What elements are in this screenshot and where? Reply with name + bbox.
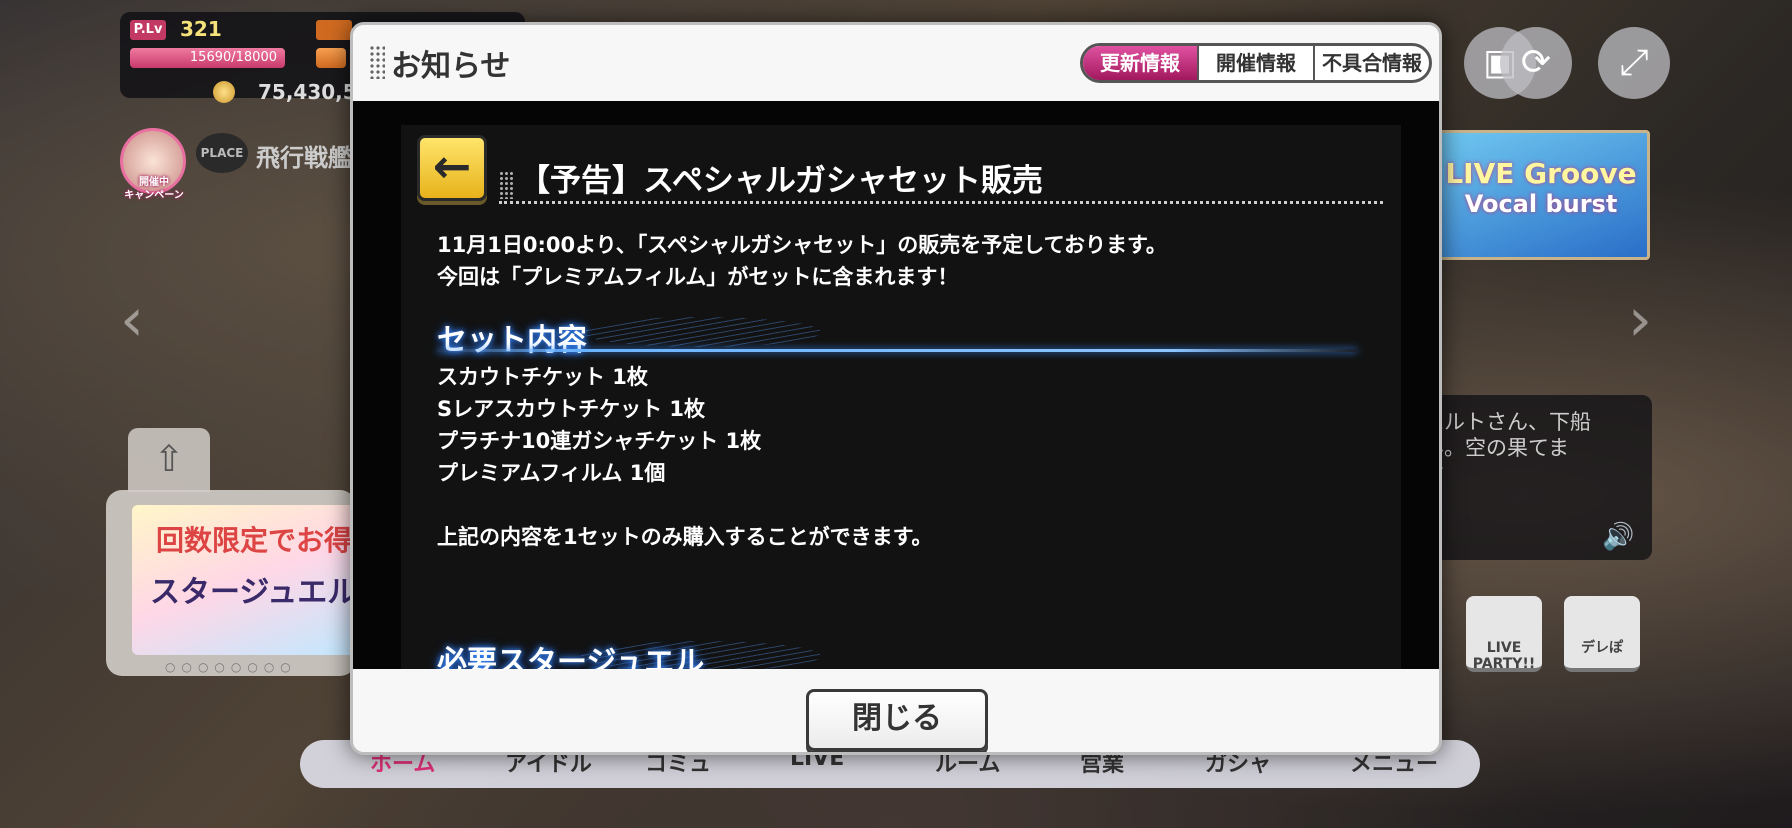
- back-arrow-icon[interactable]: ←: [417, 135, 487, 201]
- dialog-body: ← 【予告】スペシャルガシャセット販売 11月1日0:00より、「スペシャルガシ…: [353, 101, 1439, 669]
- article-intro-line2: 今回は「プレミアムフィルム」がセットに含まれます！: [437, 265, 959, 289]
- title-underline: [499, 201, 1383, 204]
- tab-event-info[interactable]: 開催情報: [1199, 46, 1315, 80]
- live-party-button[interactable]: LIVE PARTY!!: [1466, 596, 1542, 672]
- chevron-left-icon[interactable]: ‹: [120, 285, 160, 355]
- live-banner-title: LIVE Groove: [1445, 157, 1637, 190]
- article-title: 【予告】スペシャルガシャセット販売: [519, 163, 1043, 199]
- section-heading-set-contents: セット内容: [437, 323, 587, 358]
- list-item: スカウトチケット 1枚: [437, 365, 648, 389]
- section-divider: [437, 349, 1357, 352]
- tab-bug-info[interactable]: 不具合情報: [1315, 46, 1429, 80]
- article-panel[interactable]: ← 【予告】スペシャルガシャセット販売 11月1日0:00より、「スペシャルガシ…: [401, 125, 1401, 669]
- promo-line1: 回数限定でお得: [156, 524, 353, 557]
- article-note: 上記の内容を1セットのみ購入することができます。: [437, 525, 933, 549]
- dialog-footer: 閉じる: [353, 669, 1439, 752]
- campaign-label: 開催中 キャンペーン: [124, 177, 184, 201]
- sparkle-decoration: [581, 317, 821, 347]
- money-value: 75,430,5: [258, 80, 357, 104]
- place-badge: PLACE: [196, 133, 248, 173]
- plv-badge: P.Lv: [130, 20, 166, 40]
- tab-update-info[interactable]: 更新情報: [1083, 46, 1199, 80]
- title-grip-icon: [499, 171, 515, 199]
- section-heading-required-jewels: 必要スタージュエル: [437, 645, 705, 669]
- chevron-right-icon[interactable]: ›: [1628, 285, 1668, 355]
- stamina-badge: [316, 20, 352, 40]
- exp-bar: 15690/18000: [130, 48, 285, 68]
- promo-line2: スタージュエル販: [150, 575, 356, 610]
- dialog-title: お知らせ: [391, 49, 511, 84]
- promo-banner[interactable]: 回数限定でお得 スタージュエル販: [132, 505, 356, 655]
- plv-value: 321: [180, 17, 222, 41]
- list-item: Sレアスカウトチケット 1枚: [437, 397, 706, 421]
- dialog-header: お知らせ 更新情報 開催情報 不具合情報: [353, 25, 1439, 101]
- notice-tabs: 更新情報 開催情報 不具合情報: [1080, 43, 1432, 83]
- promo-page-dots: ○○○○○○○○: [165, 660, 297, 674]
- article-intro-line1: 11月1日0:00より、「スペシャルガシャセット」の販売を予定しております。: [437, 233, 1167, 257]
- dereposu-button[interactable]: デレぽ: [1564, 596, 1640, 672]
- place-name: 飛行戦艦: [256, 144, 352, 172]
- notice-dialog: お知らせ 更新情報 開催情報 不具合情報 ← 【予告】スペシャルガシャセット販売…: [350, 22, 1442, 755]
- rotate-icon[interactable]: ⟳: [1500, 27, 1572, 99]
- close-button[interactable]: 閉じる: [806, 689, 988, 751]
- list-item: プラチナ10連ガシャチケット 1枚: [437, 429, 762, 453]
- live-banner-subtitle: Vocal burst: [1464, 190, 1618, 218]
- fullscreen-icon[interactable]: ⤢: [1598, 27, 1670, 99]
- live-groove-banner[interactable]: LIVE Groove Vocal burst: [1432, 130, 1650, 260]
- speaker-icon[interactable]: 🔊: [1602, 522, 1634, 552]
- coin-icon: [213, 81, 235, 103]
- arrow-up-icon[interactable]: ⇧: [128, 428, 210, 492]
- stamina-bar: [316, 48, 346, 68]
- grip-icon: [369, 45, 385, 79]
- list-item: プレミアムフィルム 1個: [437, 461, 666, 485]
